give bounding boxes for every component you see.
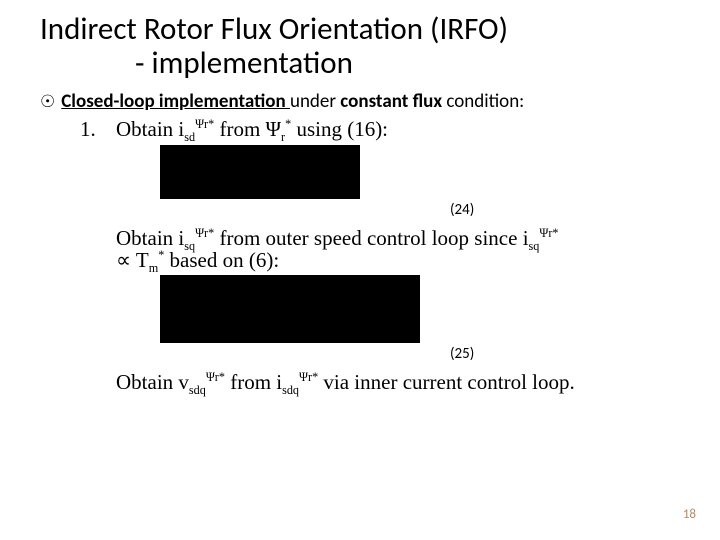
bullet-icon: ☉: [40, 93, 55, 110]
page-number: 18: [683, 507, 696, 522]
step-1: 1. Obtain isdΨr* from Ψr* using (16):: [80, 117, 680, 141]
bullet-row: ☉ Closed-loop implementation under const…: [40, 90, 680, 113]
bullet-underlined: Closed-loop implementation: [61, 90, 290, 113]
equation-block-24: [160, 145, 360, 199]
para-2: Obtain isqΨr* from outer speed control l…: [116, 227, 680, 271]
title-line-1: Indirect Rotor Flux Orientation (IRFO): [40, 12, 680, 46]
step-body: Obtain isdΨr* from Ψr* using (16):: [116, 117, 680, 141]
equation-block-25: [160, 275, 420, 343]
equation-label-25: (25): [40, 345, 680, 363]
title-line-2: - implementation: [40, 46, 680, 80]
bullet-text: Closed-loop implementation under constan…: [61, 90, 524, 113]
equation-label-24: (24): [40, 201, 680, 219]
slide-container: Indirect Rotor Flux Orientation (IRFO) -…: [0, 0, 720, 417]
step-number: 1.: [80, 117, 104, 141]
para-3: Obtain vsdqΨr* from isdqΨr* via inner cu…: [116, 371, 680, 393]
slide-title: Indirect Rotor Flux Orientation (IRFO) -…: [40, 12, 680, 80]
